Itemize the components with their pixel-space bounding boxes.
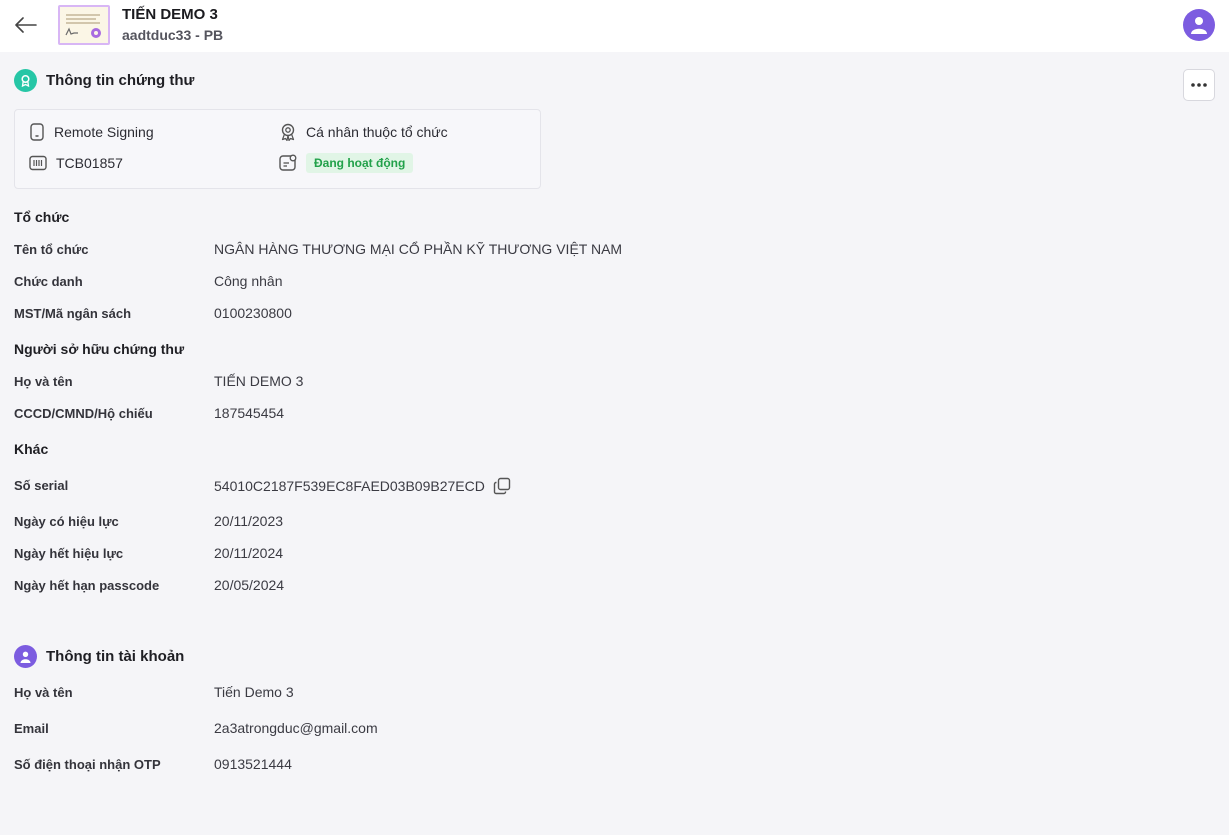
id-number-value: 187545454 <box>214 405 285 421</box>
organization-group-title: Tổ chức <box>14 209 70 225</box>
top-bar: TIẾN DEMO 3 aadtduc33 - PB <box>0 0 1229 52</box>
cert-code-label: TCB01857 <box>56 155 123 171</box>
arrow-left-icon <box>15 17 37 33</box>
org-name-value: NGÂN HÀNG THƯƠNG MẠI CỔ PHẦN KỸ THƯƠNG V… <box>214 241 623 257</box>
account-section-header: Thông tin tài khoản <box>14 645 184 668</box>
phone-icon <box>30 123 44 141</box>
holder-type-label: Cá nhân thuộc tổ chức <box>306 124 448 140</box>
valid-from-value: 20/11/2023 <box>214 513 284 529</box>
valid-from-label: Ngày có hiệu lực <box>14 514 119 529</box>
tax-code-value: 0100230800 <box>214 305 292 321</box>
account-section-title: Thông tin tài khoản <box>46 648 185 665</box>
otp-phone-value: 0913521444 <box>214 756 292 772</box>
page-subtitle: aadtduc33 - PB <box>122 27 224 43</box>
user-avatar-button[interactable] <box>1183 9 1215 41</box>
job-title-value: Công nhân <box>214 273 283 289</box>
cert-summary-card: Remote Signing Cá nhân thuộc tổ chức TCB… <box>14 109 541 189</box>
cert-code-item: TCB01857 <box>29 155 123 171</box>
other-group-title: Khác <box>14 441 49 457</box>
serial-label: Số serial <box>14 478 69 493</box>
passcode-expiry-value: 20/05/2024 <box>214 577 285 593</box>
award-icon <box>14 69 37 92</box>
badge-icon <box>281 123 295 141</box>
barcode-icon <box>29 155 47 171</box>
certificate-thumbnail <box>58 5 110 45</box>
user-circle-icon <box>14 645 37 668</box>
serial-value: 54010C2187F539EC8FAED03B09B27ECD <box>214 478 485 494</box>
signing-type-item: Remote Signing <box>29 123 154 141</box>
account-name-value: Tiến Demo 3 <box>214 684 294 700</box>
copy-icon <box>493 477 511 495</box>
id-number-label: CCCD/CMND/Hộ chiếu <box>14 406 153 421</box>
tax-code-label: MST/Mã ngân sách <box>14 306 132 321</box>
status-icon <box>279 154 297 171</box>
account-name-label: Họ và tên <box>14 685 73 700</box>
otp-phone-label: Số điện thoại nhận OTP <box>14 757 161 772</box>
more-horizontal-icon <box>1191 83 1207 87</box>
owner-name-value: TIẾN DEMO 3 <box>214 373 304 389</box>
email-label: Email <box>14 721 49 736</box>
passcode-expiry-label: Ngày hết hạn passcode <box>14 578 160 593</box>
job-title-label: Chức danh <box>14 274 83 289</box>
status-badge: Đang hoạt động <box>306 153 414 173</box>
copy-serial-button[interactable] <box>493 477 511 495</box>
holder-type-item: Cá nhân thuộc tổ chức <box>279 123 448 141</box>
cert-section-header: Thông tin chứng thư <box>14 69 194 92</box>
valid-to-label: Ngày hết hiệu lực <box>14 546 124 561</box>
email-value: 2a3atrongduc@gmail.com <box>214 720 378 736</box>
org-name-label: Tên tổ chức <box>14 242 89 257</box>
owner-name-label: Họ và tên <box>14 374 73 389</box>
page-title: TIẾN DEMO 3 <box>122 6 218 23</box>
valid-to-value: 20/11/2024 <box>214 545 284 561</box>
more-options-button[interactable] <box>1183 69 1215 101</box>
status-item: Đang hoạt động <box>279 153 414 173</box>
back-button[interactable] <box>13 12 39 38</box>
cert-section-title: Thông tin chứng thư <box>46 72 195 89</box>
certificate-icon <box>65 14 101 38</box>
user-icon <box>1191 17 1207 34</box>
owner-group-title: Người sở hữu chứng thư <box>14 341 185 357</box>
serial-row: 54010C2187F539EC8FAED03B09B27ECD <box>214 477 511 495</box>
signing-type-label: Remote Signing <box>54 124 154 140</box>
